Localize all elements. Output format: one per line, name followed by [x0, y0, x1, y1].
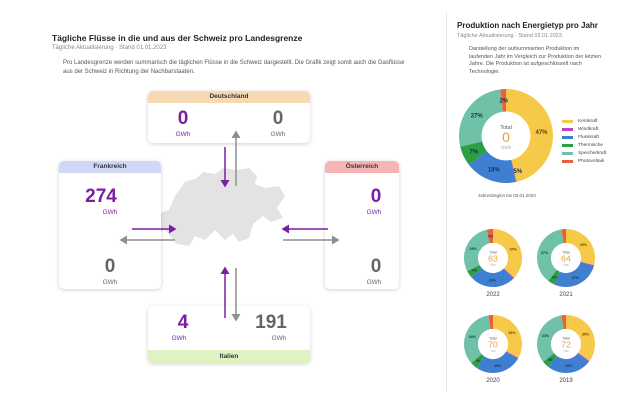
- legend-item-speicherkraft: Speicherkraft: [562, 149, 606, 157]
- total-unit: TWh: [563, 263, 569, 267]
- production-subtitle: Tägliche Aktualisierung · Stand 03.01.20…: [457, 33, 562, 39]
- slice-label-flusskraft: 26%: [489, 278, 497, 282]
- year-label-2021: 2021: [559, 292, 573, 298]
- slice-label-thermische: 4%: [476, 359, 482, 363]
- legend-swatch: [562, 135, 573, 139]
- slice-label-photovoltaik: 4%: [488, 234, 494, 238]
- legend-item-thermische: Thermische: [562, 141, 606, 149]
- slice-label-flusskraft: 27%: [572, 276, 580, 280]
- legend-item-photovoltaik: Photovoltaik: [562, 157, 606, 165]
- total-unit: TWh: [490, 349, 496, 353]
- legend-swatch: [562, 159, 573, 163]
- pie-note: Jahresbeginn bis 03.01.2023: [478, 193, 536, 198]
- slice-label-kernkraft: 37%: [510, 248, 518, 252]
- slice-label-thermische: 4%: [548, 358, 554, 362]
- legend-label: Photovoltaik: [578, 158, 605, 164]
- slice-label-kernkraft: 47%: [535, 130, 548, 136]
- slice-label-speicherkraft: 33%: [542, 334, 550, 338]
- slice-label-flusskraft: 26%: [494, 364, 502, 368]
- legend-swatch: [562, 127, 573, 131]
- slice-label-speicherkraft: 29%: [469, 247, 477, 251]
- donut-chart-2022: 37%26%4%29%4%Total63TWh: [464, 229, 522, 287]
- legend-item-windkraft: Windkraft: [562, 125, 606, 133]
- donut-chart-2021: 29%27%4%37% Total64TWh: [537, 229, 595, 287]
- slice-label-thermische: 7%: [469, 149, 478, 155]
- production-title: Produktion nach Energietyp pro Jahr: [457, 21, 598, 30]
- chart-legend: Kernkraft Windkraft Flusskraft Thermische Sp…: [562, 117, 606, 165]
- main-donut-chart: 47%0.25%18%7%27%2%Total0GWh: [459, 89, 553, 183]
- total-unit: TWh: [490, 263, 496, 267]
- slice-label-thermische: 4%: [472, 269, 478, 273]
- total-value: 0: [502, 129, 510, 145]
- slice-label-flusskraft: 18%: [488, 168, 501, 174]
- year-label-2022: 2022: [486, 292, 500, 298]
- year-label-2019: 2019: [559, 378, 573, 384]
- slice-label-flusskraft: 25%: [565, 364, 573, 368]
- legend-label: Windkraft: [578, 126, 599, 132]
- legend-swatch: [562, 119, 573, 123]
- slice-label-kernkraft: 33%: [508, 331, 516, 335]
- slice-label-thermische: 4%: [552, 275, 558, 279]
- legend-label: Speicherkraft: [578, 150, 607, 156]
- slice-label-speicherkraft: 34%: [469, 335, 477, 339]
- legend-label: Thermische: [578, 142, 604, 148]
- slice-label-kernkraft: 29%: [580, 243, 588, 247]
- slice-label-speicherkraft: 27%: [471, 114, 484, 120]
- donut-chart-2020: 33%26%4%34% Total70TWh: [464, 315, 522, 373]
- legend-item-kernkraft: Kernkraft: [562, 117, 606, 125]
- slice-label-speicherkraft: 37%: [541, 251, 549, 255]
- donut-chart-2019: 35%25%4%33%Total72TWh: [537, 315, 595, 373]
- year-label-2020: 2020: [486, 378, 500, 384]
- legend-label: Kernkraft: [578, 118, 598, 124]
- legend-label: Flusskraft: [578, 134, 599, 140]
- slice-label-photovoltaik: 2%: [499, 98, 508, 104]
- legend-item-flusskraft: Flusskraft: [562, 133, 606, 141]
- slice-label-kernkraft: 35%: [582, 332, 590, 336]
- total-unit: TWh: [563, 349, 569, 353]
- production-description: Darstellung der aufsummierten Produktion…: [469, 46, 602, 75]
- total-unit: GWh: [501, 145, 512, 150]
- legend-swatch: [562, 143, 573, 147]
- legend-swatch: [562, 151, 573, 155]
